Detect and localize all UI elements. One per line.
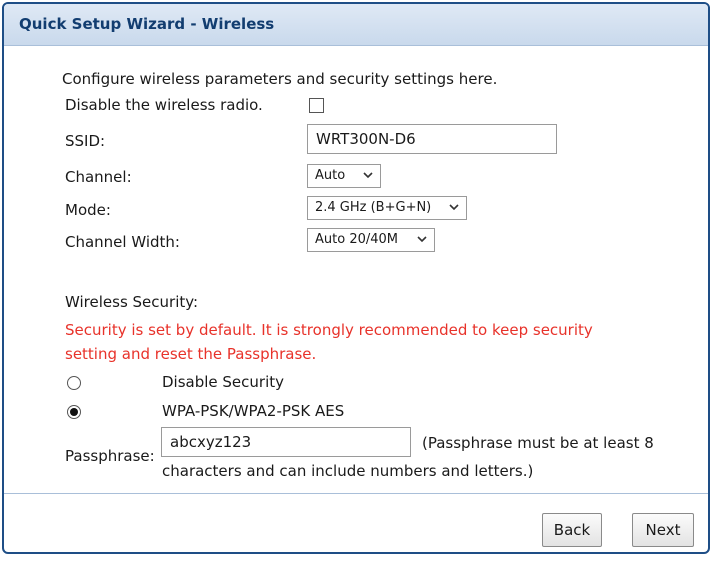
security-heading: Wireless Security: <box>65 293 199 311</box>
wizard-panel: Quick Setup Wizard - Wireless Configure … <box>2 2 710 554</box>
disable-radio-checkbox[interactable] <box>309 98 324 113</box>
chevron-down-icon <box>363 172 373 179</box>
mode-select[interactable]: 2.4 GHz (B+G+N) <box>307 196 467 220</box>
window-title: Quick Setup Wizard - Wireless <box>19 15 275 33</box>
back-button[interactable]: Back <box>542 513 602 547</box>
chevron-down-icon <box>449 204 459 211</box>
footer-divider <box>4 493 708 494</box>
title-bar: Quick Setup Wizard - Wireless <box>4 4 708 46</box>
channel-label: Channel: <box>65 168 132 186</box>
disable-radio-label: Disable the wireless radio. <box>65 96 263 114</box>
ssid-input[interactable] <box>307 124 557 154</box>
passphrase-input[interactable] <box>161 427 411 457</box>
security-warning-line2: setting and reset the Passphrase. <box>65 345 317 363</box>
disable-security-label: Disable Security <box>162 373 285 391</box>
ssid-label: SSID: <box>65 132 106 150</box>
security-warning-line1: Security is set by default. It is strong… <box>65 321 593 339</box>
channel-width-label: Channel Width: <box>65 233 180 251</box>
wpa-security-label: WPA-PSK/WPA2-PSK AES <box>162 402 345 420</box>
mode-label: Mode: <box>65 201 111 219</box>
disable-security-radio[interactable] <box>67 376 81 390</box>
wpa-security-radio[interactable] <box>67 405 81 419</box>
chevron-down-icon <box>417 236 427 243</box>
next-button[interactable]: Next <box>632 513 694 547</box>
channel-width-select[interactable]: Auto 20/40M <box>307 228 435 252</box>
intro-text: Configure wireless parameters and securi… <box>62 70 498 88</box>
passphrase-hint-line2: characters and can include numbers and l… <box>162 462 534 480</box>
channel-value: Auto <box>315 168 346 183</box>
channel-select[interactable]: Auto <box>307 164 381 188</box>
passphrase-label: Passphrase: <box>65 447 155 465</box>
passphrase-hint-line1: (Passphrase must be at least 8 <box>422 434 654 452</box>
channel-width-value: Auto 20/40M <box>315 232 398 247</box>
mode-value: 2.4 GHz (B+G+N) <box>315 200 432 215</box>
